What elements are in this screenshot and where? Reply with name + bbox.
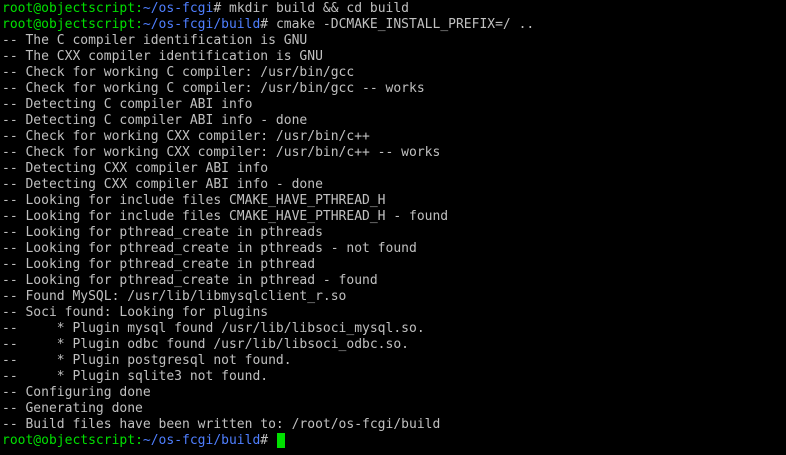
output-line: -- Check for working C compiler: /usr/bi… [2, 81, 425, 96]
prompt-path: ~/os-fcgi [142, 1, 214, 16]
output-line: -- Detecting CXX compiler ABI info - don… [2, 177, 323, 192]
output-line: -- Build files have been written to: /ro… [2, 417, 441, 432]
prompt-symbol: # [260, 433, 276, 448]
output-line: -- Check for working CXX compiler: /usr/… [2, 145, 441, 160]
command-text: cmake -DCMAKE_INSTALL_PREFIX=/ .. [275, 17, 535, 32]
prompt-line: root@objectscript:~/os-fcgi/build# cmake… [2, 17, 786, 33]
prompt-separator: : [135, 1, 143, 16]
output-line: -- * Plugin sqlite3 not found. [2, 369, 269, 384]
output-line: -- Found MySQL: /usr/lib/libmysqlclient_… [2, 289, 347, 304]
output-line: -- Looking for pthread_create in pthread… [2, 273, 378, 288]
prompt-separator: : [135, 433, 143, 448]
prompt-path: ~/os-fcgi/build [142, 433, 261, 448]
prompt-separator: : [135, 17, 143, 32]
terminal-window[interactable]: root@objectscript:~/os-fcgi# mkdir build… [0, 0, 786, 455]
output-line: -- Generating done [2, 401, 143, 416]
prompt-symbol: # [213, 1, 229, 16]
output-line: -- * Plugin mysql found /usr/lib/libsoci… [2, 321, 425, 336]
output-line: -- Detecting C compiler ABI info - done [2, 113, 308, 128]
prompt-line: root@objectscript:~/os-fcgi# mkdir build… [2, 1, 786, 17]
command-text: mkdir build && cd build [229, 1, 410, 16]
output-line: -- Soci found: Looking for plugins [2, 305, 269, 320]
output-line: -- Looking for pthread_create in pthread… [2, 241, 417, 256]
output-line: -- Looking for pthread_create in pthread [2, 257, 316, 272]
output-line: -- Check for working CXX compiler: /usr/… [2, 129, 370, 144]
prompt-path: ~/os-fcgi/build [142, 17, 261, 32]
output-line: -- * Plugin odbc found /usr/lib/libsoci_… [2, 337, 409, 352]
prompt-user: root@objectscript [2, 433, 136, 448]
prompt-user: root@objectscript [2, 1, 136, 16]
output-line: -- Detecting C compiler ABI info [2, 97, 253, 112]
prompt-symbol: # [260, 17, 276, 32]
output-line: -- Check for working C compiler: /usr/bi… [2, 65, 355, 80]
output-line: -- Looking for pthread_create in pthread… [2, 225, 323, 240]
output-line: -- * Plugin postgresql not found. [2, 353, 292, 368]
prompt-user: root@objectscript [2, 17, 136, 32]
output-line: -- Looking for include files CMAKE_HAVE_… [2, 193, 386, 208]
output-line: -- The CXX compiler identification is GN… [2, 49, 323, 64]
prompt-line: root@objectscript:~/os-fcgi/build# [2, 433, 786, 449]
output-line: -- Detecting CXX compiler ABI info [2, 161, 269, 176]
output-line: -- Looking for include files CMAKE_HAVE_… [2, 209, 449, 224]
text-cursor[interactable] [276, 433, 285, 448]
output-line: -- Configuring done [2, 385, 151, 400]
output-line: -- The C compiler identification is GNU [2, 33, 308, 48]
